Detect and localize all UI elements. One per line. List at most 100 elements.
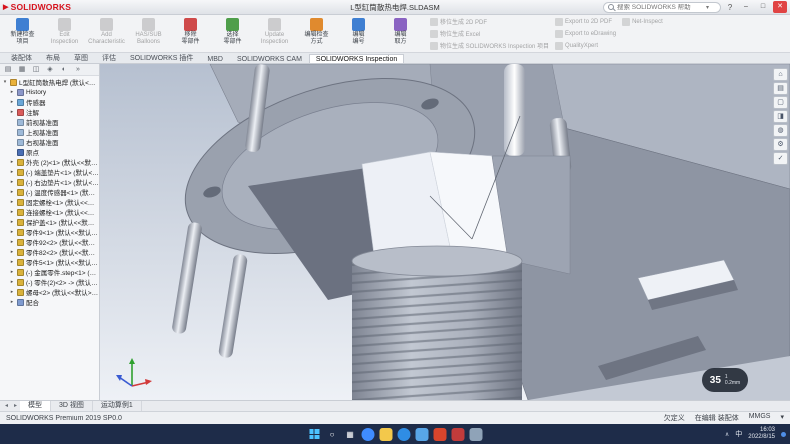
tree-item[interactable]: ▸ 零件5<1> (默认<<默认>_显示状态) [0,257,99,267]
appearances-icon[interactable]: ◍ [773,124,788,137]
inspection-pane-icon[interactable]: ✓ [773,152,788,165]
tree-item[interactable]: ▸ 连接螺栓<1> (默认<<默认>_显示状态) [0,207,99,217]
tree-item[interactable]: ▸ (-) 零件(2)<2> -> (默认<<默认>_显示状态) [0,277,99,287]
chevron-down-icon[interactable]: ▾ [706,4,709,11]
tree-item[interactable]: ▸ 零件9<1> (默认<<默认>_显示状态) [0,227,99,237]
document-tab[interactable]: 3D 视图 [51,401,93,411]
ribbon-button[interactable]: 移除 零部件 [170,16,211,51]
ribbon-button[interactable]: 编辑检查 方式 [296,16,337,51]
tree-item[interactable]: ▸ (-) 金属零件.step<1> (默认<<默认>_显示) [0,267,99,277]
tree-item[interactable]: ▸ 零件92<2> (默认<<默认>_显示状态) [0,237,99,247]
tree-item[interactable]: ▸ 传感器 [0,97,99,107]
expand-arrow-icon[interactable]: ▸ [9,299,15,305]
expand-arrow-icon[interactable]: ▸ [9,219,15,225]
displaymanager-tab-icon[interactable]: ◐ [58,64,70,75]
ribbon-tab[interactable]: 布局 [39,51,67,63]
expand-arrow-icon[interactable]: ▸ [9,229,15,235]
orientation-triad[interactable] [112,354,152,394]
edge-icon[interactable] [398,428,411,441]
file-explorer-icon[interactable]: ▢ [773,96,788,109]
search-icon[interactable]: ○ [326,428,339,441]
graphics-viewport[interactable]: ⌂ ▤ ▢ ◨ ◍ ⚙ ✓ [100,64,790,400]
featuremanager-tab-icon[interactable]: ▤ [2,64,14,75]
ribbon-small-button[interactable]: 物位生成 SOLIDWORKS Inspection 项目 [430,40,549,51]
status-segment[interactable]: MMGS [749,413,771,423]
ribbon-button[interactable]: Edit Inspection [44,16,85,51]
notes-icon[interactable] [470,428,483,441]
tree-item[interactable]: 原点 [0,147,99,157]
dimxpertmanager-tab-icon[interactable]: ◈ [44,64,56,75]
tray-chevron-icon[interactable]: ∧ [725,431,729,438]
solidworks-icon[interactable] [452,428,465,441]
panel-overflow-icon[interactable]: » [72,64,84,75]
expand-arrow-icon[interactable]: ▸ [9,169,15,175]
help-search-box[interactable]: ▾ [603,2,721,13]
ribbon-small-button[interactable]: Net-Inspect [622,16,663,27]
ribbon-tab[interactable]: 装配体 [4,51,39,63]
document-tab[interactable]: 模型 [20,401,51,411]
ribbon-small-button[interactable]: Export to 2D PDF [555,16,616,27]
status-segment[interactable]: 欠定义 [664,413,685,423]
tree-item[interactable]: ▸ 配合 [0,297,99,307]
expand-arrow-icon[interactable]: ▸ [9,189,15,195]
ribbon-tab[interactable]: SOLIDWORKS Inspection [309,54,404,63]
expand-arrow-icon[interactable]: ▸ [9,279,15,285]
status-segment[interactable]: ▾ [780,413,784,423]
maximize-button[interactable]: □ [756,1,770,13]
search-input[interactable] [617,4,703,11]
ribbon-small-button[interactable]: Export to eDrawing [555,28,616,39]
minimize-button[interactable]: – [739,1,753,13]
tree-item[interactable]: ▸ 注解 [0,107,99,117]
store-icon[interactable] [416,428,429,441]
tab-nav-left-icon[interactable]: ◂ [2,401,11,411]
file-explorer-icon[interactable] [380,428,393,441]
resources-icon[interactable]: ⌂ [773,68,788,81]
document-tab[interactable]: 运动算例1 [93,401,142,411]
office-icon[interactable] [434,428,447,441]
ribbon-tab[interactable]: SOLIDWORKS 插件 [123,51,200,63]
tree-item[interactable]: ▸ History [0,87,99,97]
taskbar-clock[interactable]: 16:03 2022/8/15 [748,427,775,441]
ribbon-button[interactable]: HAS/SUB Balloons [128,16,169,51]
ribbon-small-button[interactable]: 移位生成 2D PDF [430,16,549,27]
expand-arrow-icon[interactable]: ▸ [9,89,15,95]
expand-arrow-icon[interactable]: ▸ [9,249,15,255]
ribbon-small-button[interactable]: QualityXpert [555,40,616,51]
tree-item[interactable]: 上视基准面 [0,127,99,137]
ime-indicator[interactable]: 中 [735,429,742,439]
ribbon-button[interactable]: 选择 零部件 [212,16,253,51]
expand-arrow-icon[interactable]: ▸ [9,179,15,185]
close-button[interactable]: ✕ [773,1,787,13]
expand-arrow-icon[interactable]: ▸ [9,289,15,295]
view-palette-icon[interactable]: ◨ [773,110,788,123]
expand-arrow-icon[interactable]: ▸ [9,109,15,115]
expand-arrow-icon[interactable]: ▸ [9,99,15,105]
tree-item[interactable]: ▸ 外壳 (2)<1> (默认<<默认>_显示状态 1>) [0,157,99,167]
tree-item[interactable]: ▸ (-) 端盖垫片<1> (默认<<默认>_显示状态) [0,167,99,177]
help-button[interactable]: ? [724,3,736,12]
design-library-icon[interactable]: ▤ [773,82,788,95]
expand-arrow-icon[interactable]: ▸ [9,259,15,265]
tab-nav-right-icon[interactable]: ▸ [11,401,20,411]
expand-arrow-icon[interactable]: ▸ [9,159,15,165]
propertymanager-tab-icon[interactable]: ▦ [16,64,28,75]
expand-arrow-icon[interactable]: ▸ [9,199,15,205]
configurationmanager-tab-icon[interactable]: ◫ [30,64,42,75]
status-segment[interactable]: 在编辑 装配体 [695,413,739,423]
ribbon-button[interactable]: Update Inspection [254,16,295,51]
tree-item[interactable]: ▸ 零件82<2> (默认<<默认>_显示状态) [0,247,99,257]
ribbon-tab[interactable]: MBD [200,54,230,63]
ribbon-tab[interactable]: 草图 [67,51,95,63]
tree-item[interactable]: ▸ 保护盖<1> (默认<<默认>_显示状态) [0,217,99,227]
collapse-arrow-icon[interactable]: ▾ [2,79,8,85]
expand-arrow-icon[interactable]: ▸ [9,209,15,215]
ribbon-button[interactable]: 编辑 编号 [338,16,379,51]
widgets-icon[interactable] [362,428,375,441]
expand-arrow-icon[interactable]: ▸ [9,269,15,275]
tree-item[interactable]: ▸ 固定螺栓<1> (默认<<默认>_显示状态) [0,197,99,207]
task-view-icon[interactable]: ▦ [344,428,357,441]
ribbon-small-button[interactable]: 物位生成 Excel [430,28,549,39]
tree-item[interactable]: ▸ 螺母<2> (默认<<默认>_显示状态) [0,287,99,297]
tree-item[interactable]: ▸ (-) 温度传感器<1> (默认<<默认>_显示状态) [0,187,99,197]
tree-item[interactable]: 前视基准面 [0,117,99,127]
